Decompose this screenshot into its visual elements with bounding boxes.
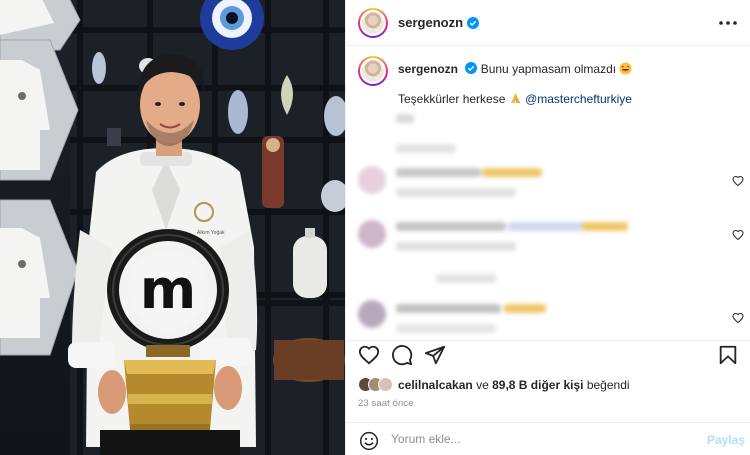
likes-count[interactable]: 89,8 B diğer kişi	[492, 378, 583, 392]
more-options-icon[interactable]	[717, 14, 739, 32]
photo-illustration: Alkım Yoğak m	[0, 0, 345, 455]
mention-link[interactable]: @masterchefturkiye	[525, 92, 632, 106]
comment-input[interactable]	[391, 432, 691, 446]
instagram-post-modal: Alkım Yoğak m sergenozn sergenozn Bunu y…	[0, 0, 750, 455]
caption-username[interactable]: sergenozn	[398, 62, 458, 76]
paper-plane-icon[interactable]	[424, 344, 446, 366]
caption-text: Bunu yapmasam olmazdı	[480, 62, 617, 76]
caption-author-avatar[interactable]	[358, 56, 388, 86]
caption-thanks-line: Teşekkürler herkese @masterchefturkiye	[398, 92, 632, 106]
liker-username[interactable]: celilnalcakan	[398, 378, 473, 392]
praying-hands-icon	[510, 92, 520, 104]
author-username[interactable]: sergenozn	[398, 15, 463, 30]
comment-like-icon[interactable]	[732, 312, 744, 324]
author-avatar[interactable]	[358, 7, 388, 38]
blurred-comments	[346, 108, 750, 336]
comment-bubble-icon[interactable]	[391, 344, 413, 366]
heart-icon[interactable]	[358, 344, 380, 366]
post-comment-button[interactable]: Paylaş	[707, 433, 745, 447]
comment-like-icon[interactable]	[732, 229, 744, 241]
emoji-picker-icon[interactable]	[359, 431, 379, 451]
laughing-emoji-icon	[619, 62, 632, 75]
caption-thanks-text: Teşekkürler herkese	[398, 92, 506, 106]
caption-verified-icon	[465, 62, 478, 74]
likes-connector: ve	[476, 377, 489, 392]
comment-like-icon[interactable]	[732, 175, 744, 187]
post-header: sergenozn	[346, 0, 750, 46]
liker-avatar	[378, 377, 393, 392]
post-caption: sergenozn Bunu yapmasam olmazdı Teşekkür…	[358, 56, 738, 106]
bookmark-icon[interactable]	[717, 344, 739, 366]
post-details-panel: sergenozn sergenozn Bunu yapmasam olmazd…	[345, 0, 750, 455]
comment-bar: Paylaş	[346, 422, 750, 455]
action-bar	[346, 340, 750, 370]
post-photo[interactable]: Alkım Yoğak m	[0, 0, 345, 455]
svg-text:m: m	[140, 258, 196, 321]
post-timestamp[interactable]: 23 saat önce	[358, 398, 414, 409]
svg-text:Alkım Yoğak: Alkım Yoğak	[197, 230, 225, 236]
likes-suffix: beğendi	[586, 377, 630, 392]
likes-summary: celilnalcakan ve 89,8 B diğer kişi beğen…	[358, 377, 630, 392]
verified-badge-icon	[467, 16, 480, 29]
